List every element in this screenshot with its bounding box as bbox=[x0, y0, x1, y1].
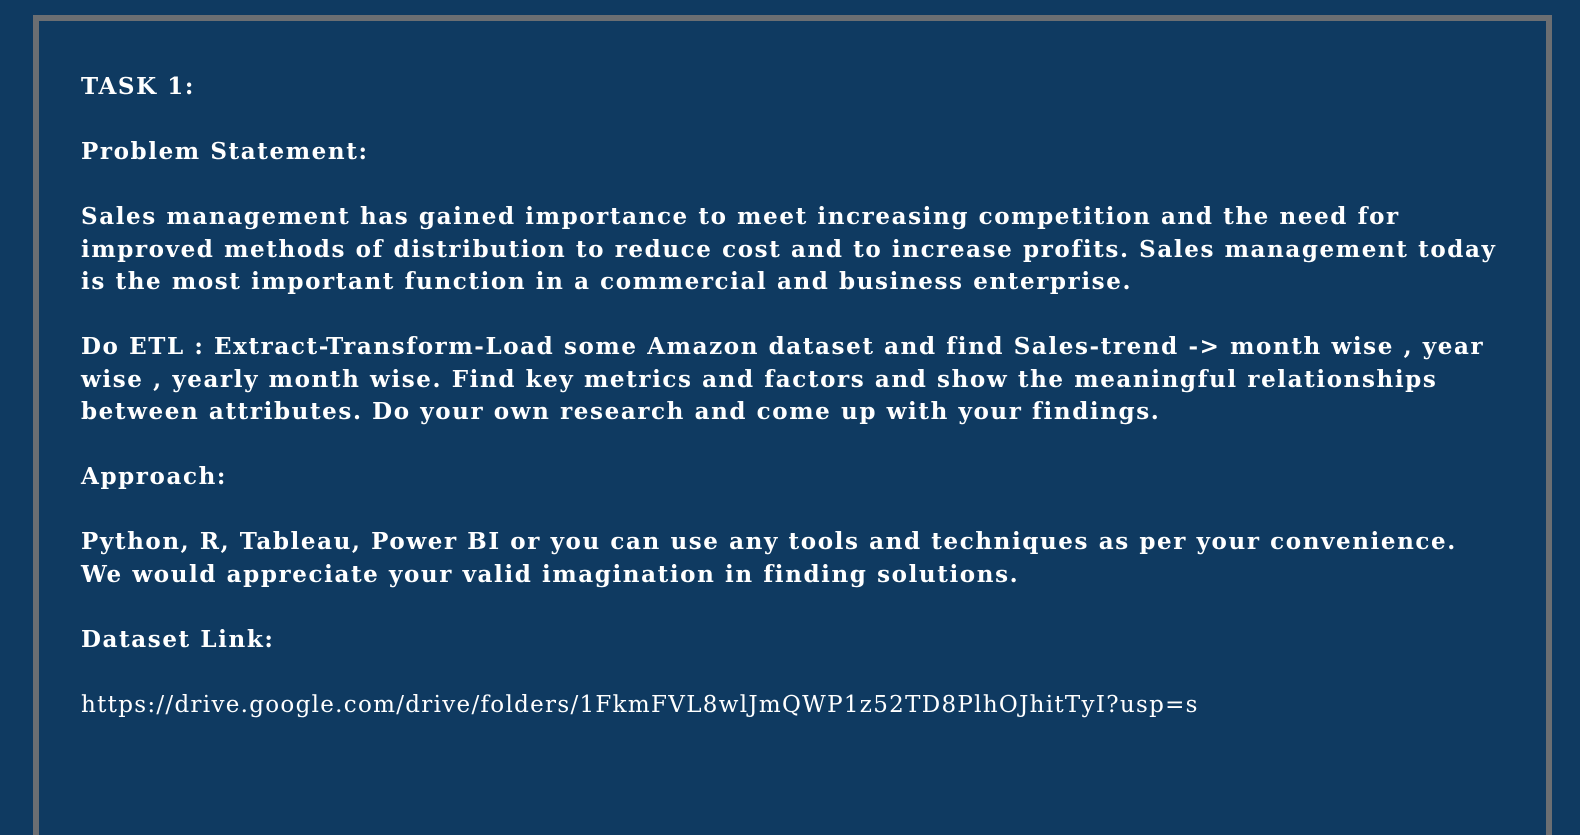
problem-paragraph-etl: Do ETL : Extract-Transform-Load some Ama… bbox=[81, 333, 1485, 425]
dataset-link-heading: Dataset Link: bbox=[81, 625, 275, 653]
problem-statement-heading: Problem Statement: bbox=[81, 138, 369, 165]
task-card: TASK 1: Problem Statement: Sales managem… bbox=[33, 15, 1552, 835]
task-title: TASK 1: bbox=[81, 73, 196, 100]
dataset-link[interactable]: https://drive.google.com/drive/folders/1… bbox=[81, 689, 1501, 722]
approach-heading: Approach: bbox=[81, 463, 227, 490]
task-content: TASK 1: Problem Statement: Sales managem… bbox=[81, 71, 1501, 754]
problem-paragraph-sales-management: Sales management has gained importance t… bbox=[81, 203, 1497, 295]
approach-paragraph: Python, R, Tableau, Power BI or you can … bbox=[81, 528, 1457, 588]
